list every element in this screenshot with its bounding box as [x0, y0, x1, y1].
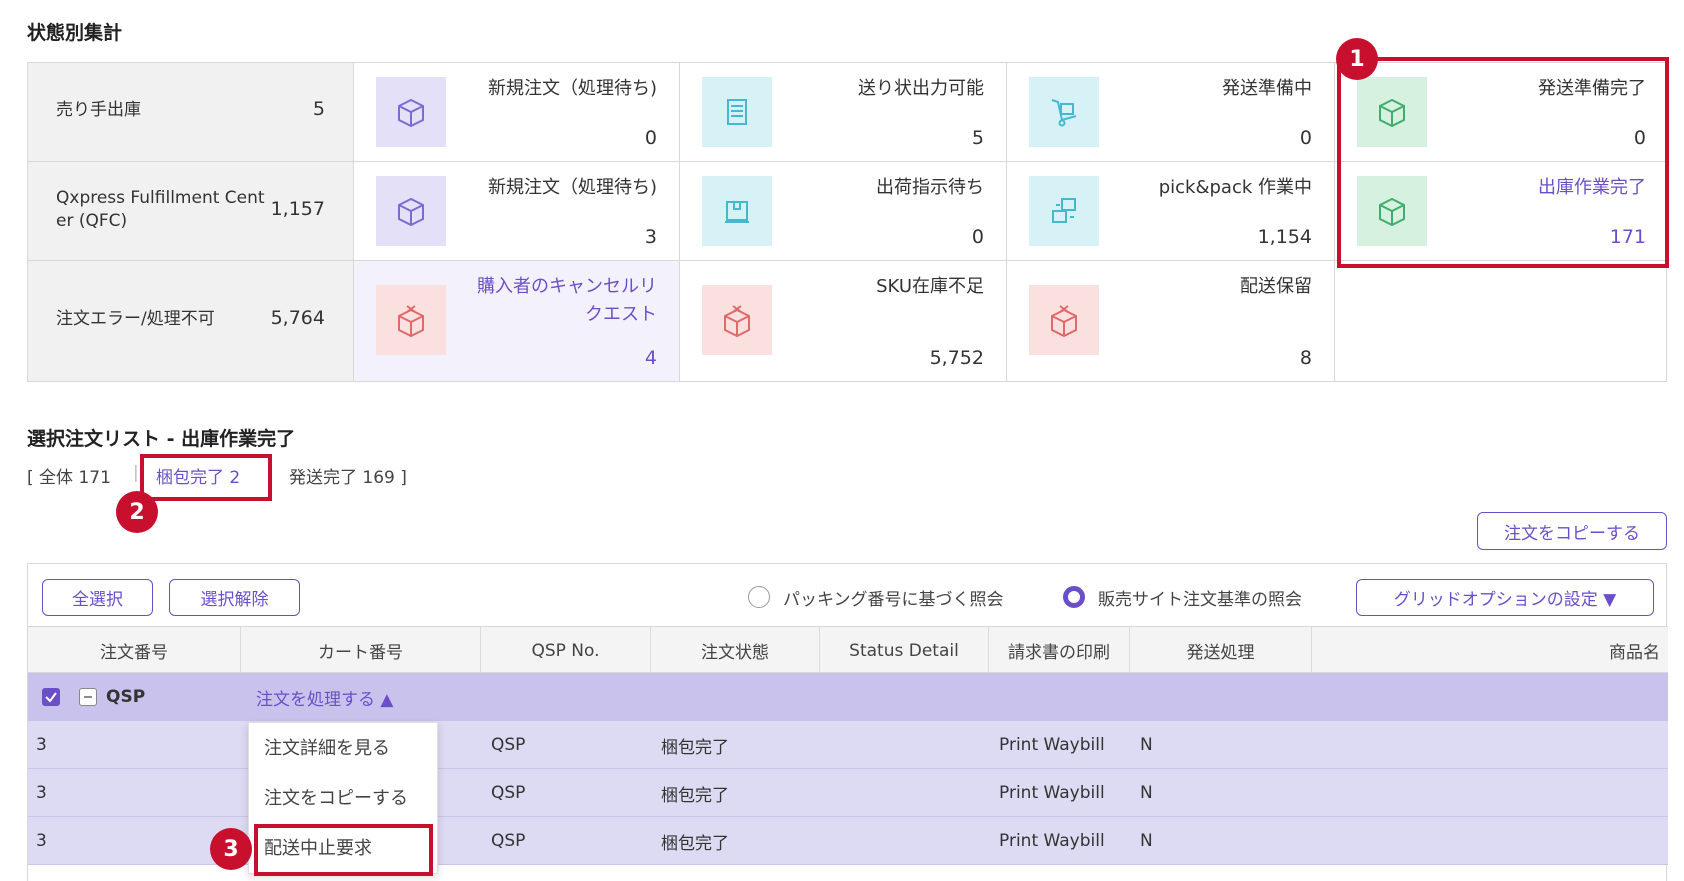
status-title: 出荷指示待ち: [876, 177, 984, 198]
highlight-frame-3: [254, 824, 433, 876]
col-qsp-no[interactable]: QSP No.: [481, 627, 651, 674]
group-label: QSP: [106, 687, 146, 707]
status-title: SKU在庫不足: [876, 276, 984, 297]
status-title-line1: 購入者のキャンセルリ: [477, 276, 657, 297]
row-header-qfc: Qxpress Fulfillment Cent er (QFC) 1,157: [28, 162, 354, 261]
hand-truck-icon: [1029, 77, 1099, 147]
select-all-button[interactable]: 全選択: [42, 579, 153, 616]
order-list-title: 選択注文リスト - 出庫作業完了: [27, 428, 296, 450]
status-count: 3: [644, 226, 657, 248]
row-label-line2: er (QFC): [56, 211, 128, 231]
status-title: pick&pack 作業中: [1158, 177, 1312, 198]
status-count: 1,154: [1257, 226, 1312, 248]
order-status: 梱包完了: [661, 737, 729, 758]
radio-site-order[interactable]: [1063, 586, 1085, 608]
pick-pack-icon: [1029, 176, 1099, 246]
filter-all[interactable]: [ 全体 171: [27, 463, 111, 488]
empty-cell: [1335, 261, 1668, 381]
copy-order-button[interactable]: 注文をコピーする: [1477, 512, 1667, 550]
deselect-button[interactable]: 選択解除: [169, 579, 300, 616]
col-order-number[interactable]: 注文番号: [28, 627, 241, 674]
shipping-flag: N: [1140, 783, 1153, 803]
radio-packing-number[interactable]: [748, 586, 770, 608]
row-count: 5: [312, 98, 325, 120]
status-cancel-request[interactable]: 購入者のキャンセルリ クエスト 4: [354, 261, 680, 381]
menu-item-copy-order[interactable]: 注文をコピーする: [249, 773, 439, 821]
group-checkbox[interactable]: [42, 688, 60, 706]
summary-title: 状態別集計: [27, 22, 123, 44]
step-badge-1: 1: [1336, 38, 1378, 80]
status-count: 4: [644, 347, 657, 369]
status-awaiting-instruction[interactable]: 出荷指示待ち 0: [680, 162, 1007, 261]
col-product-name[interactable]: 商品名: [1312, 627, 1668, 674]
status-shipping-hold[interactable]: 配送保留 8: [1007, 261, 1335, 381]
filter-divider: |: [133, 463, 139, 483]
shipping-flag: N: [1140, 735, 1153, 755]
process-order-dropdown[interactable]: 注文を処理する ▲: [256, 673, 393, 721]
step-badge-3: 3: [210, 828, 252, 870]
row-count: 1,157: [270, 198, 325, 220]
step-badge-2: 2: [116, 491, 158, 533]
row-count: 5,764: [270, 307, 325, 329]
status-title: 送り状出力可能: [858, 78, 984, 99]
collapse-icon[interactable]: [79, 688, 97, 706]
row-label: 注文エラー/処理不可: [56, 309, 215, 329]
status-title-line2: クエスト: [585, 304, 657, 325]
table-header: 注文番号 カート番号 QSP No. 注文状態 Status Detail 請求…: [28, 626, 1668, 674]
status-count: 8: [1299, 347, 1312, 369]
status-preparing-shipment[interactable]: 発送準備中 0: [1007, 63, 1335, 162]
document-icon: [702, 77, 772, 147]
error-box-icon: [376, 285, 446, 355]
col-status-detail[interactable]: Status Detail: [820, 627, 989, 674]
print-waybill-link[interactable]: Print Waybill: [999, 769, 1105, 817]
filter-shipped[interactable]: 発送完了 169 ]: [289, 463, 407, 488]
col-cart-number[interactable]: カート番号: [241, 627, 481, 674]
order-status: 梱包完了: [661, 833, 729, 854]
status-count: 0: [644, 127, 657, 149]
order-number: 3: [36, 831, 47, 851]
status-title: 新規注文（処理待ち): [487, 177, 657, 198]
status-title: 発送準備中: [1222, 78, 1312, 99]
print-waybill-link[interactable]: Print Waybill: [999, 721, 1105, 769]
status-count: 5,752: [929, 347, 984, 369]
radio-packing-label: パッキング番号に基づく照会: [783, 590, 1004, 610]
status-waybill-printable[interactable]: 送り状出力可能 5: [680, 63, 1007, 162]
order-number: 3: [36, 735, 47, 755]
qsp-no: QSP: [491, 735, 526, 755]
radio-site-label: 販売サイト注文基準の照会: [1098, 590, 1302, 610]
order-number: 3: [36, 783, 47, 803]
status-title: 新規注文（処理待ち): [487, 78, 657, 99]
highlight-frame-2: [140, 454, 272, 501]
status-count: 0: [1299, 127, 1312, 149]
row-label: 売り手出庫: [56, 100, 141, 120]
error-box-icon: [1029, 285, 1099, 355]
highlight-frame-1: [1337, 57, 1669, 268]
col-invoice-print[interactable]: 請求書の印刷: [989, 627, 1130, 674]
status-pick-pack[interactable]: pick&pack 作業中 1,154: [1007, 162, 1335, 261]
qsp-no: QSP: [491, 831, 526, 851]
row-label-line1: Qxpress Fulfillment Cent: [56, 188, 265, 208]
box-icon: [376, 77, 446, 147]
row-header-seller: 売り手出庫 5: [28, 63, 354, 162]
menu-item-view-detail[interactable]: 注文詳細を見る: [249, 723, 439, 771]
group-row: QSP 注文を処理する ▲: [28, 673, 1668, 721]
grid-options-button[interactable]: グリッドオプションの設定 ▼: [1356, 579, 1654, 616]
status-title: 配送保留: [1240, 276, 1312, 297]
qsp-no: QSP: [491, 783, 526, 803]
status-count: 5: [971, 127, 984, 149]
print-waybill-link[interactable]: Print Waybill: [999, 817, 1105, 865]
status-sku-shortage[interactable]: SKU在庫不足 5,752: [680, 261, 1007, 381]
shipping-flag: N: [1140, 831, 1153, 851]
status-count: 0: [971, 226, 984, 248]
status-new-order-seller[interactable]: 新規注文（処理待ち) 0: [354, 63, 680, 162]
col-order-status[interactable]: 注文状態: [651, 627, 820, 674]
error-box-icon: [702, 285, 772, 355]
container-icon: [702, 176, 772, 246]
status-new-order-qfc[interactable]: 新規注文（処理待ち) 3: [354, 162, 680, 261]
box-icon: [376, 176, 446, 246]
order-status: 梱包完了: [661, 785, 729, 806]
col-shipping[interactable]: 発送処理: [1130, 627, 1312, 674]
row-header-error: 注文エラー/処理不可 5,764: [28, 261, 354, 381]
